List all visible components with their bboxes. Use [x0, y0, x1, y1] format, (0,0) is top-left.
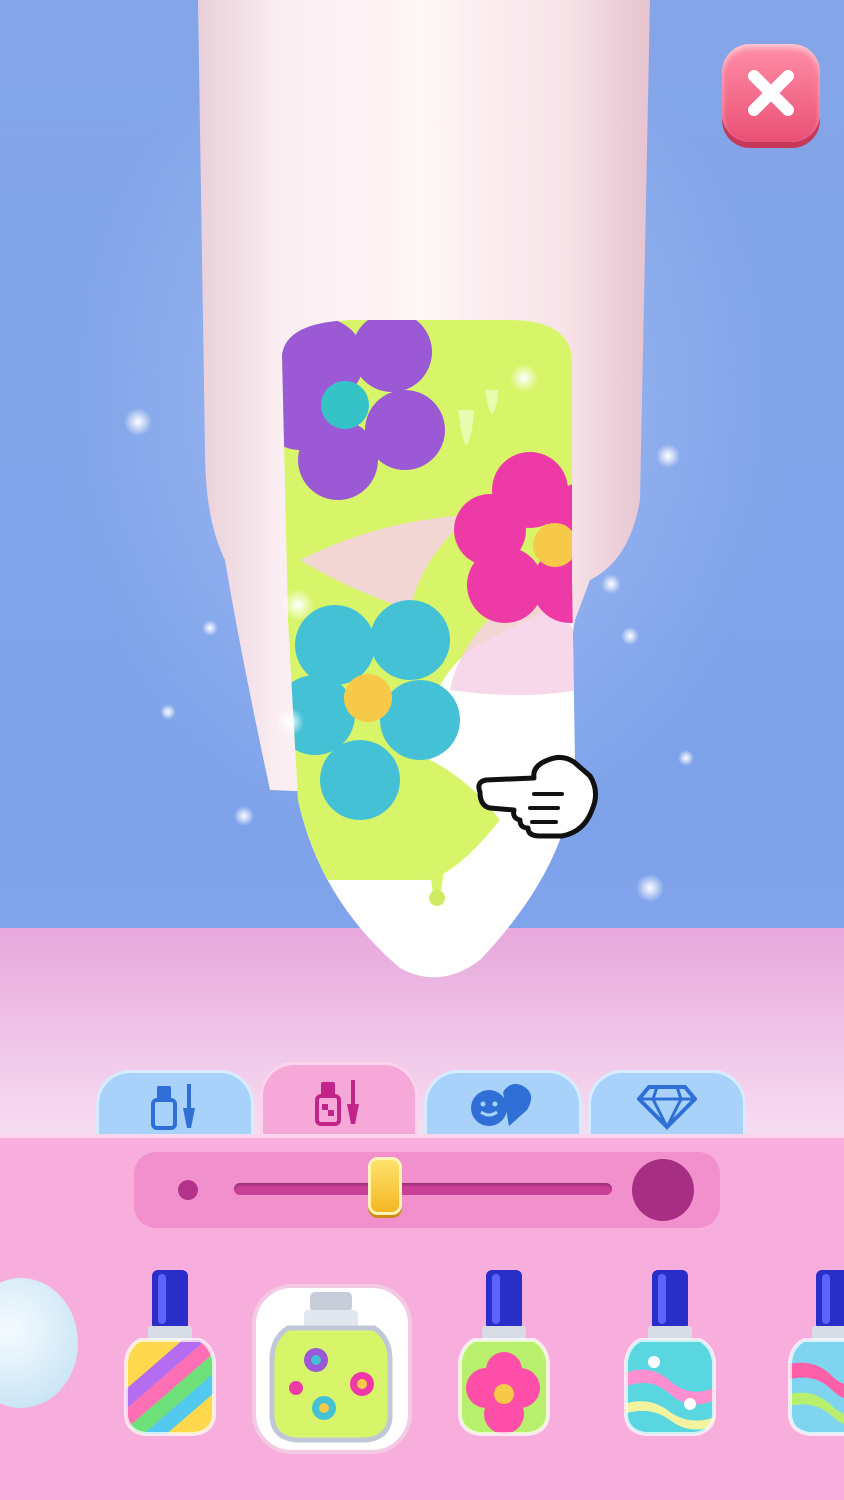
big-dot-icon — [632, 1159, 694, 1221]
tab-patterned-polish[interactable] — [260, 1062, 418, 1138]
tab-stickers[interactable] — [424, 1070, 582, 1138]
brush-size-track[interactable] — [234, 1183, 612, 1195]
tab-polish[interactable] — [96, 1070, 254, 1138]
small-dot-icon — [178, 1180, 198, 1200]
polish-bottle-aqua-swirl[interactable] — [618, 1266, 722, 1442]
polish-bottle-pink-flower[interactable] — [452, 1266, 556, 1442]
patterned-polish-icon — [315, 1079, 359, 1126]
polish-bottle-rainbow[interactable] — [118, 1266, 222, 1442]
polish-brush-icon — [151, 1083, 195, 1130]
tool-tabs — [96, 1062, 748, 1138]
tab-gems[interactable] — [588, 1070, 746, 1138]
finger-nail-canvas[interactable] — [0, 0, 844, 1000]
close-icon — [748, 70, 794, 116]
diamond-icon — [637, 1084, 697, 1130]
polish-jar-flowers[interactable] — [266, 1288, 396, 1448]
pointing-hand-icon — [476, 754, 598, 839]
nail[interactable] — [260, 310, 623, 1000]
game-stage — [0, 0, 844, 1500]
brush-size-knob[interactable] — [368, 1157, 403, 1215]
close-button[interactable] — [722, 44, 820, 142]
polish-bottle-wave-swirl[interactable] — [782, 1266, 844, 1442]
sticker-heart-icon — [471, 1083, 532, 1126]
